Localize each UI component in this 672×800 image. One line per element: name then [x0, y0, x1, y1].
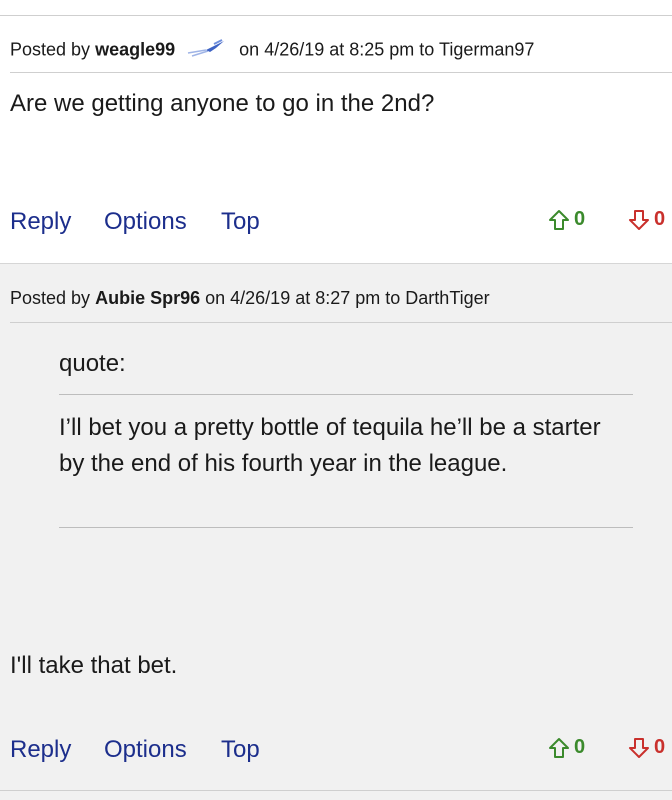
- quote-bottom-rule: [59, 527, 633, 528]
- reply-to-user[interactable]: DarthTiger: [405, 288, 489, 308]
- username-link[interactable]: weagle99: [95, 39, 175, 59]
- post-meta: on 4/26/19 at 8:27 pm to: [205, 288, 401, 308]
- top-button[interactable]: Top: [221, 736, 260, 764]
- quote-top-rule: [59, 394, 633, 395]
- downvote-count: 0: [654, 736, 666, 758]
- reply-to-user[interactable]: Tigerman97: [439, 39, 534, 59]
- arrow-down-icon: [629, 209, 649, 230]
- quote-label: quote:: [59, 350, 126, 377]
- post-header: Posted by Aubie Spr96 on 4/26/19 at 8:27…: [10, 288, 490, 309]
- username-link[interactable]: Aubie Spr96: [95, 288, 200, 308]
- posted-by-label: Posted by: [10, 288, 91, 308]
- posted-by-label: Posted by: [10, 39, 91, 60]
- top-divider: [0, 15, 672, 16]
- arrow-up-icon: [549, 209, 569, 230]
- post-header: Posted by weagle99 on 4/26/19 at 8:25 pm…: [10, 38, 534, 63]
- upvote-button[interactable]: 0: [548, 208, 585, 231]
- post-body: Are we getting anyone to go in the 2nd?: [10, 90, 435, 117]
- shooting-star-badge-icon: [186, 38, 228, 63]
- downvote-button[interactable]: 0: [628, 736, 665, 759]
- quote-block: quote: I’ll bet you a pretty bottle of t…: [59, 350, 633, 530]
- quote-text: I’ll bet you a pretty bottle of tequila …: [59, 414, 601, 477]
- options-button[interactable]: Options: [104, 208, 187, 236]
- upvote-button[interactable]: 0: [548, 736, 585, 759]
- upvote-count: 0: [574, 736, 586, 758]
- reply-button[interactable]: Reply: [10, 208, 71, 236]
- header-divider: [10, 72, 672, 73]
- reply-button[interactable]: Reply: [10, 736, 71, 764]
- options-button[interactable]: Options: [104, 736, 187, 764]
- bottom-divider: [0, 790, 672, 791]
- arrow-up-icon: [549, 737, 569, 758]
- top-button[interactable]: Top: [221, 208, 260, 236]
- post-aubie-spr96: Posted by Aubie Spr96 on 4/26/19 at 8:27…: [0, 264, 672, 800]
- downvote-button[interactable]: 0: [628, 208, 665, 231]
- upvote-count: 0: [574, 208, 586, 230]
- post-meta: on 4/26/19 at 8:25 pm to: [239, 39, 435, 60]
- post-weagle99: Posted by weagle99 on 4/26/19 at 8:25 pm…: [0, 0, 672, 264]
- downvote-count: 0: [654, 208, 666, 230]
- header-divider: [10, 322, 672, 323]
- post-body: I'll take that bet.: [10, 652, 178, 679]
- arrow-down-icon: [629, 737, 649, 758]
